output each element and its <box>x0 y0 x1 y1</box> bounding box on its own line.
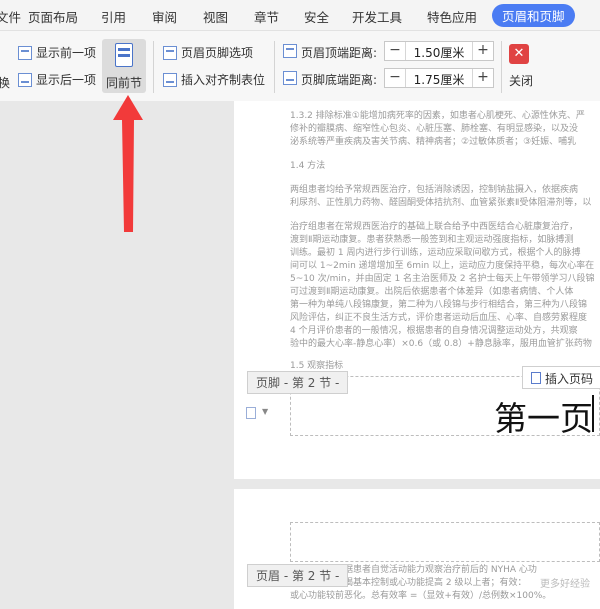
annotation-arrow <box>113 95 143 232</box>
